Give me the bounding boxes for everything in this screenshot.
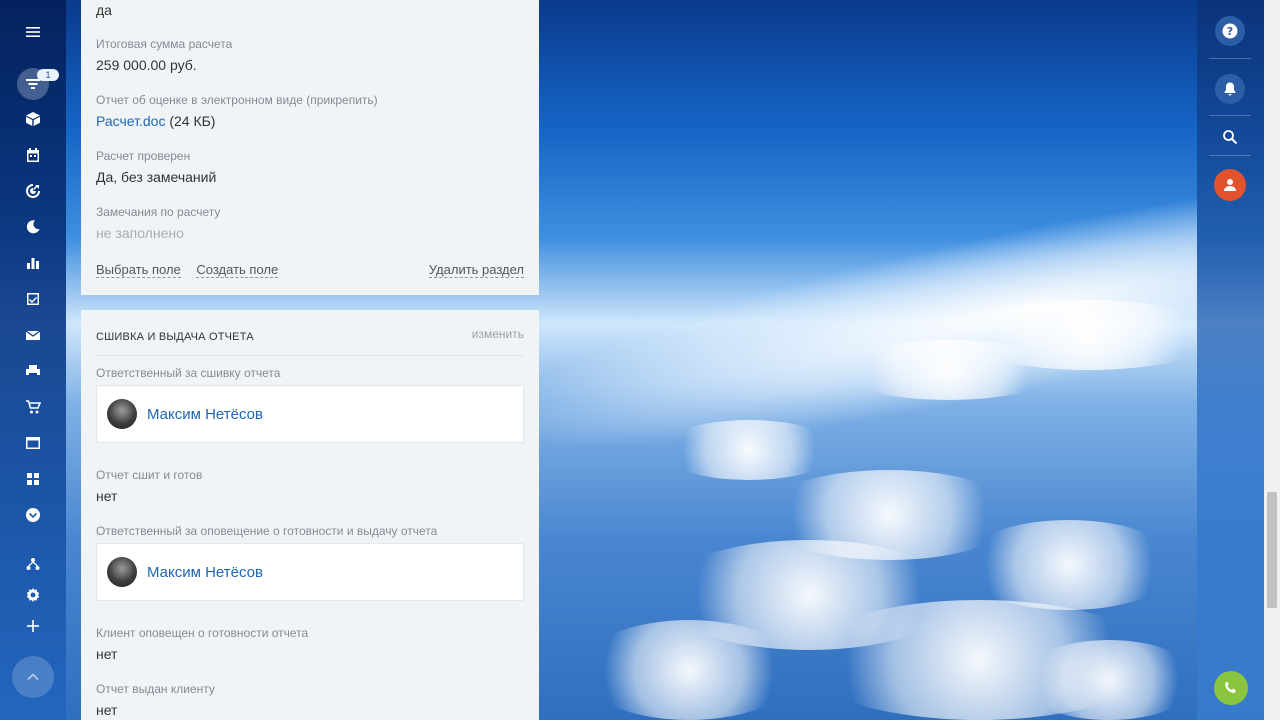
file-size: (24 КБ) bbox=[165, 113, 216, 129]
field-label: Ответственный за сшивку отчета bbox=[96, 366, 281, 380]
user-card: Максим Нетёсов bbox=[96, 543, 524, 601]
field-label: Клиент оповещен о готовности отчета bbox=[96, 626, 309, 640]
field-report-issued: Отчет выдан клиенту нет bbox=[96, 682, 524, 718]
avatar[interactable] bbox=[107, 557, 137, 587]
field-notify-responsible: Ответственный за оповещение о готовности… bbox=[96, 524, 524, 538]
page-scrollbar[interactable] bbox=[1264, 0, 1280, 720]
field-calc-remarks: Замечания по расчету не заполнено bbox=[96, 205, 524, 241]
divider bbox=[1209, 58, 1251, 59]
filter-count-badge: 1 bbox=[37, 69, 59, 81]
field-total-amount: Итоговая сумма расчета 259 000.00 руб. bbox=[96, 37, 524, 73]
user-icon[interactable] bbox=[1214, 169, 1246, 201]
printer-icon[interactable] bbox=[21, 359, 45, 383]
section-title: СШИВКА И ВЫДАЧА ОТЧЕТА bbox=[96, 331, 254, 343]
section-header: СШИВКА И ВЫДАЧА ОТЧЕТА изменить bbox=[96, 327, 524, 356]
left-sidebar: 1 bbox=[0, 0, 66, 720]
right-sidebar: ? bbox=[1197, 0, 1264, 720]
plus-icon[interactable] bbox=[21, 614, 45, 638]
field-label: Отчет об оценке в электронном виде (прик… bbox=[96, 93, 378, 107]
divider bbox=[1209, 155, 1251, 156]
more-icon[interactable] bbox=[21, 503, 45, 527]
field-report-ready: Отчет сшит и готов нет bbox=[96, 468, 524, 504]
field-calc-checked: Расчет проверен Да, без замечаний bbox=[96, 149, 524, 185]
field-client-notified: Клиент оповещен о готовности отчета нет bbox=[96, 626, 524, 662]
search-icon[interactable] bbox=[1215, 122, 1245, 152]
apps-icon[interactable] bbox=[21, 467, 45, 491]
delete-section-link[interactable]: Удалить раздел bbox=[428, 262, 524, 278]
menu-icon[interactable] bbox=[21, 20, 45, 44]
field-label: Ответственный за оповещение о готовности… bbox=[96, 524, 438, 538]
mail-icon[interactable] bbox=[21, 323, 45, 347]
field-value: нет bbox=[96, 488, 118, 504]
svg-text:?: ? bbox=[1227, 25, 1233, 38]
field-value: Да, без замечаний bbox=[96, 169, 217, 185]
field-label: Отчет выдан клиенту bbox=[96, 682, 215, 696]
field-value: да bbox=[96, 2, 112, 18]
select-field-link[interactable]: Выбрать поле bbox=[96, 262, 181, 278]
gear-icon[interactable] bbox=[21, 583, 45, 607]
background-sky bbox=[539, 0, 1197, 720]
field-value: нет bbox=[96, 702, 118, 718]
moon-icon[interactable] bbox=[21, 215, 45, 239]
field-value: не заполнено bbox=[96, 225, 184, 241]
field-previous: да bbox=[96, 0, 524, 18]
cart-icon[interactable] bbox=[21, 395, 45, 419]
divider bbox=[1209, 115, 1251, 116]
sitemap-icon[interactable] bbox=[21, 552, 45, 576]
bell-icon[interactable] bbox=[1215, 74, 1245, 104]
chart-icon[interactable] bbox=[21, 251, 45, 275]
field-label: Замечания по расчету bbox=[96, 205, 221, 219]
field-label: Итоговая сумма расчета bbox=[96, 37, 233, 51]
user-name-link[interactable]: Максим Нетёсов bbox=[147, 564, 263, 581]
user-card: Максим Нетёсов bbox=[96, 385, 524, 443]
task-icon[interactable] bbox=[21, 287, 45, 311]
section-calculation: да Итоговая сумма расчета 259 000.00 руб… bbox=[81, 0, 539, 295]
field-report-file: Отчет об оценке в электронном виде (прик… bbox=[96, 93, 524, 129]
field-value: нет bbox=[96, 646, 118, 662]
section-actions: Выбрать поле Создать поле Удалить раздел bbox=[96, 262, 524, 278]
file-link[interactable]: Расчет.doc bbox=[96, 113, 165, 129]
scroll-up-button[interactable] bbox=[12, 656, 54, 698]
section-edit-link[interactable]: изменить bbox=[472, 327, 524, 341]
field-label: Расчет проверен bbox=[96, 149, 191, 163]
field-value: 259 000.00 руб. bbox=[96, 57, 197, 73]
box-icon[interactable] bbox=[21, 107, 45, 131]
scrollbar-thumb[interactable] bbox=[1267, 492, 1277, 608]
target-icon[interactable] bbox=[21, 179, 45, 203]
phone-icon[interactable] bbox=[1214, 671, 1248, 705]
user-name-link[interactable]: Максим Нетёсов bbox=[147, 406, 263, 423]
create-field-link[interactable]: Создать поле bbox=[196, 262, 279, 278]
window-icon[interactable] bbox=[21, 431, 45, 455]
help-icon[interactable]: ? bbox=[1215, 16, 1245, 46]
calendar-icon[interactable] bbox=[21, 143, 45, 167]
avatar[interactable] bbox=[107, 399, 137, 429]
field-binding-responsible: Ответственный за сшивку отчета bbox=[96, 366, 524, 380]
section-binding-delivery: СШИВКА И ВЫДАЧА ОТЧЕТА изменить Ответств… bbox=[81, 310, 539, 720]
field-label: Отчет сшит и готов bbox=[96, 468, 203, 482]
